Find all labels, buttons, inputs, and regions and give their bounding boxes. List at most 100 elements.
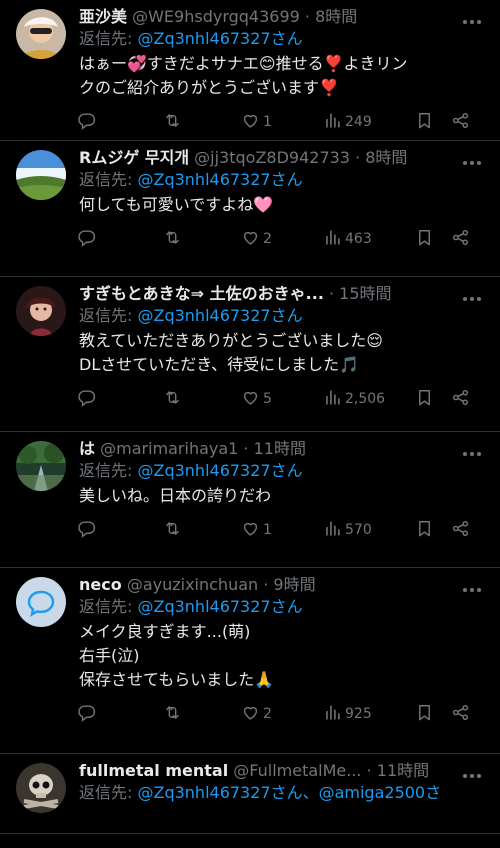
timestamp[interactable]: 11時間 [254, 439, 306, 458]
tweet-header: Rムジゲ 무지개 @jj3tqoZ8D942733 · 8時間 [79, 147, 486, 169]
bookmark-button[interactable] [415, 228, 451, 251]
reply-button[interactable] [77, 388, 163, 411]
tweet-body: 何しても可愛いですよね🩷 [79, 193, 486, 217]
share-button[interactable] [451, 703, 470, 726]
more-icon[interactable] [462, 287, 482, 301]
timestamp[interactable]: 8時間 [315, 7, 357, 26]
retweet-icon [163, 228, 182, 251]
share-icon [451, 388, 470, 411]
retweet-button[interactable] [163, 703, 241, 726]
display-name[interactable]: fullmetal mental [79, 761, 228, 780]
reply-to-link[interactable]: @Zq3nhl467327さん、@amiga2500さ [137, 783, 441, 802]
reply-button[interactable] [77, 519, 163, 542]
tweet-header: fullmetal mental @FullmetalMe... · 11時間 [79, 760, 486, 782]
views-button[interactable]: 570 [323, 519, 415, 542]
reply-prefix: 返信先: [79, 597, 138, 616]
user-handle[interactable]: @WE9hsdyrgq43699 [132, 7, 300, 26]
display-name[interactable]: Rムジゲ 무지개 [79, 148, 189, 167]
avatar[interactable] [16, 441, 66, 491]
views-button[interactable]: 2,506 [323, 388, 415, 411]
user-handle[interactable]: @jj3tqoZ8D942733 [194, 148, 350, 167]
retweet-icon [163, 388, 182, 411]
more-icon[interactable] [462, 10, 482, 24]
reply-tweet[interactable]: は @marimarihaya1 · 11時間 返信先: @Zq3nhl4673… [0, 432, 500, 568]
reply-icon [77, 703, 96, 726]
timestamp[interactable]: 11時間 [377, 761, 429, 780]
tweet-text-line: メイク良すぎます...(萌) [79, 622, 251, 641]
tweet-body: 教えていただきありがとうございました😌 DLさせていただき、待受にしました🎵 [79, 329, 486, 377]
more-icon[interactable] [462, 764, 482, 778]
retweet-button[interactable] [163, 111, 241, 134]
like-icon [241, 703, 260, 726]
avatar[interactable] [16, 9, 66, 59]
bookmark-button[interactable] [415, 703, 451, 726]
reply-icon [77, 111, 96, 134]
share-button[interactable] [451, 111, 470, 134]
share-icon [451, 703, 470, 726]
reply-tweet[interactable]: すぎもとあきな⇒ 土佐のおきゃ... · 15時間 返信先: @Zq3nhl46… [0, 277, 500, 432]
reply-context: 返信先: @Zq3nhl467327さん [79, 305, 486, 327]
reply-button[interactable] [77, 228, 163, 251]
tweet-actions: 5 2,506 [77, 377, 486, 421]
user-handle[interactable]: @ayuzixinchuan [127, 575, 258, 594]
share-button[interactable] [451, 228, 470, 251]
views-button[interactable]: 249 [323, 111, 415, 134]
share-button[interactable] [451, 519, 470, 542]
timestamp[interactable]: 15時間 [339, 284, 391, 303]
views-button[interactable]: 925 [323, 703, 415, 726]
avatar[interactable] [16, 763, 66, 813]
bookmark-icon [415, 519, 434, 542]
tweet-actions: 2 925 [77, 692, 486, 736]
reply-context: 返信先: @Zq3nhl467327さん [79, 169, 486, 191]
reply-to-link[interactable]: @Zq3nhl467327さん [137, 29, 302, 48]
bookmark-button[interactable] [415, 519, 451, 542]
bookmark-button[interactable] [415, 111, 451, 134]
retweet-button[interactable] [163, 519, 241, 542]
retweet-icon [163, 519, 182, 542]
display-name[interactable]: は [79, 439, 95, 458]
more-icon[interactable] [462, 578, 482, 592]
avatar[interactable] [16, 286, 66, 336]
timestamp[interactable]: 9時間 [273, 575, 315, 594]
tweet-text-line: はぁー💞すきだよサナエ😊推せる❣️よきリン [79, 54, 408, 73]
separator-dot: · [361, 761, 377, 780]
more-icon[interactable] [462, 151, 482, 165]
retweet-button[interactable] [163, 388, 241, 411]
reply-to-link[interactable]: @Zq3nhl467327さん [137, 306, 302, 325]
like-button[interactable]: 2 [241, 703, 323, 726]
display-name[interactable]: neco [79, 575, 122, 594]
retweet-button[interactable] [163, 228, 241, 251]
more-icon[interactable] [462, 442, 482, 456]
reply-prefix: 返信先: [79, 29, 138, 48]
views-button[interactable]: 463 [323, 228, 415, 251]
display-name[interactable]: 亜沙美 [79, 7, 127, 26]
like-button[interactable]: 1 [241, 519, 323, 542]
avatar[interactable] [16, 150, 66, 200]
like-icon [241, 228, 260, 251]
reply-tweet[interactable]: fullmetal mental @FullmetalMe... · 11時間 … [0, 754, 500, 834]
share-icon [451, 519, 470, 542]
like-button[interactable]: 2 [241, 228, 323, 251]
reply-tweet[interactable]: 亜沙美 @WE9hsdyrgq43699 · 8時間 返信先: @Zq3nhl4… [0, 0, 500, 141]
reply-context: 返信先: @Zq3nhl467327さん、@amiga2500さ [79, 782, 486, 804]
avatar[interactable] [16, 577, 66, 627]
user-handle[interactable]: @FullmetalMe... [233, 761, 361, 780]
like-button[interactable]: 5 [241, 388, 323, 411]
reply-button[interactable] [77, 703, 163, 726]
bookmark-button[interactable] [415, 388, 451, 411]
tweet-text-line: 何しても可愛いですよね🩷 [79, 195, 274, 214]
reply-to-link[interactable]: @Zq3nhl467327さん [137, 461, 302, 480]
reply-to-link[interactable]: @Zq3nhl467327さん [137, 170, 302, 189]
tweet-text-line: 美しいね。日本の誇りだわ [79, 486, 272, 505]
user-handle[interactable]: @marimarihaya1 [100, 439, 238, 458]
reply-tweet[interactable]: neco @ayuzixinchuan · 9時間 返信先: @Zq3nhl46… [0, 568, 500, 754]
reply-prefix: 返信先: [79, 170, 138, 189]
reply-button[interactable] [77, 111, 163, 134]
retweet-icon [163, 111, 182, 134]
reply-to-link[interactable]: @Zq3nhl467327さん [137, 597, 302, 616]
display-name[interactable]: すぎもとあきな⇒ 土佐のおきゃ... [79, 284, 324, 303]
reply-tweet[interactable]: Rムジゲ 무지개 @jj3tqoZ8D942733 · 8時間 返信先: @Zq… [0, 141, 500, 277]
timestamp[interactable]: 8時間 [365, 148, 407, 167]
share-button[interactable] [451, 388, 470, 411]
like-button[interactable]: 1 [241, 111, 323, 134]
